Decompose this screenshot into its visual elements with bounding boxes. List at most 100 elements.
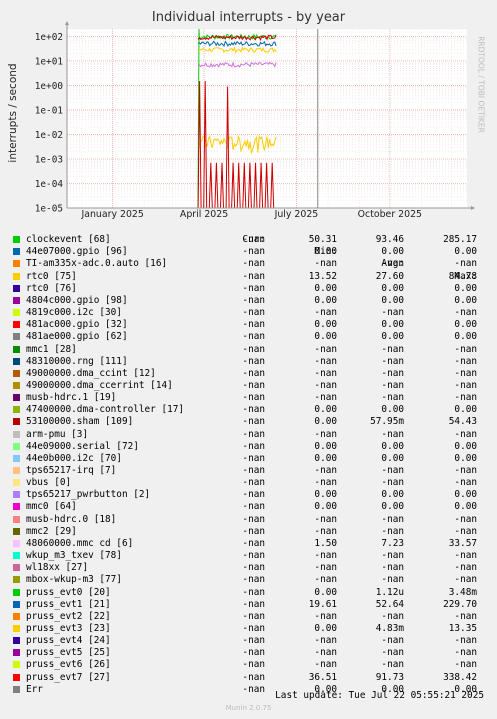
legend-min: 0.00	[314, 282, 337, 294]
legend-cur: -nan	[242, 659, 265, 671]
legend-row: pruss_evt5 [25] -nan -nan -nan -nan	[0, 647, 497, 659]
x-tick-label: January 2025	[80, 209, 143, 220]
legend-swatch	[13, 588, 20, 596]
legend-max: 0.00	[454, 404, 477, 416]
legend-min: -nan	[314, 562, 337, 574]
legend-min: -nan	[314, 428, 337, 440]
legend-row: 47400000.dma-controller [17] -nan 0.00 0.00…	[0, 404, 497, 416]
legend-cur: -nan	[242, 501, 265, 513]
legend-name: 481ac000.gpio [32]	[26, 319, 128, 331]
legend-name: tps65217-irq [7]	[26, 465, 117, 476]
y-axis-arrow	[65, 21, 69, 25]
legend-row: 53100000.sham [109] -nan 0.00 57.95m 54.43	[0, 416, 497, 428]
legend-max: -nan	[454, 610, 477, 622]
legend-name: vbus [0]	[26, 477, 72, 489]
legend-name: TI-am335x-adc.0.auto [16]	[26, 258, 168, 270]
legend-row: 48060000.mmc cd [6] -nan 1.50 7.23 33.57	[0, 538, 497, 550]
legend-cur: -nan	[242, 343, 265, 355]
legend-max: 0.00	[454, 282, 477, 294]
legend-avg: 0.00	[381, 294, 404, 306]
legend-max: 338.42	[443, 671, 477, 683]
legend-min: -nan	[314, 379, 337, 391]
legend-row: wl18xx [27] -nan -nan -nan -nan	[0, 562, 497, 574]
legend-name: wl18xx [27]	[26, 562, 89, 574]
legend-swatch	[13, 430, 20, 438]
legend-min: -nan	[314, 659, 337, 671]
legend-name: musb-hdrc.1 [19]	[26, 392, 117, 404]
legend-name: mmc0 [64]	[26, 501, 77, 513]
legend-name: 47400000.dma-controller [17]	[26, 404, 185, 416]
legend-min: 13.52	[308, 270, 337, 282]
legend-cur: -nan	[242, 610, 265, 622]
legend-max: -nan	[454, 647, 477, 659]
legend-max: 0.00	[454, 501, 477, 513]
legend-cur: -nan	[242, 586, 265, 598]
legend-name: mmc1 [28]	[26, 343, 77, 355]
legend-max: -nan	[454, 513, 477, 525]
legend-swatch	[13, 345, 20, 353]
legend-min: -nan	[314, 647, 337, 659]
legend-min: 0.00	[314, 246, 337, 258]
legend-cur: -nan	[242, 282, 265, 294]
munin-version: Munin 2.0.75	[225, 704, 272, 712]
legend-row: 4804c000.gpio [98] -nan 0.00 0.00 0.00	[0, 295, 497, 307]
legend-cur: -nan	[242, 489, 265, 501]
legend-avg: -nan	[381, 659, 404, 671]
legend-max: 0.00	[454, 246, 477, 258]
y-tick-label: 1e-02	[35, 130, 63, 141]
legend-max: -nan	[454, 258, 477, 270]
legend-avg: 52.64	[375, 598, 404, 610]
legend-min: -nan	[314, 343, 337, 355]
legend-swatch	[13, 527, 20, 535]
legend-avg: -nan	[381, 562, 404, 574]
legend-min: -nan	[314, 574, 337, 586]
legend-swatch	[13, 515, 20, 523]
legend-cur: -nan	[242, 622, 265, 634]
legend-min: 0.00	[314, 489, 337, 501]
y-tick-label: 1e+00	[35, 81, 64, 92]
legend-name: 44e0b000.i2c [70]	[26, 452, 122, 464]
legend-min: -nan	[314, 525, 337, 537]
legend-name: clockevent [68]	[26, 234, 111, 246]
legend-avg: -nan	[381, 525, 404, 537]
legend-name: arm-pmu [3]	[26, 428, 89, 440]
legend-name: 481ae000.gpio [62]	[26, 331, 128, 343]
legend-avg: -nan	[381, 477, 404, 489]
legend-swatch	[13, 369, 20, 377]
legend-min: -nan	[314, 635, 337, 647]
legend-cur: -nan	[242, 331, 265, 343]
legend-row: musb-hdrc.0 [18] -nan -nan -nan -nan	[0, 514, 497, 526]
legend-name: 48060000.mmc cd [6]	[26, 537, 134, 549]
legend-row: arm-pmu [3] -nan -nan -nan -nan	[0, 429, 497, 441]
legend-swatch	[13, 649, 20, 657]
legend-name: 4804c000.gpio [98]	[26, 294, 128, 306]
legend-swatch	[13, 503, 20, 511]
legend-row: musb-hdrc.1 [19] -nan -nan -nan -nan	[0, 392, 497, 404]
legend-row: rtc0 [76] -nan 0.00 0.00 0.00	[0, 283, 497, 295]
legend-swatch	[13, 296, 20, 304]
legend-swatch	[13, 236, 20, 244]
legend-max: -nan	[454, 428, 477, 440]
legend-name: 49000000.dma_ccint [12]	[26, 367, 156, 379]
legend-max: -nan	[454, 550, 477, 562]
x-tick-label: July 2025	[274, 209, 319, 220]
legend-swatch	[13, 248, 20, 256]
legend-swatch	[13, 381, 20, 389]
legend-max: -nan	[454, 562, 477, 574]
legend-cur: -nan	[242, 513, 265, 525]
legend-avg: 57.95m	[370, 416, 404, 428]
legend-min: -nan	[314, 258, 337, 270]
legend-row: 49000000.dma_ccint [12] -nan -nan -nan -nan	[0, 368, 497, 380]
legend-name: 53100000.sham [109]	[26, 416, 134, 428]
legend-name: wkup_m3_txev [78]	[26, 550, 122, 562]
legend-name: mmc2 [29]	[26, 525, 77, 537]
legend-min: -nan	[314, 550, 337, 562]
legend-min: -nan	[314, 477, 337, 489]
legend-avg: 0.00	[381, 440, 404, 452]
legend-max: -nan	[454, 379, 477, 391]
legend-avg: -nan	[381, 647, 404, 659]
legend-cur: -nan	[242, 635, 265, 647]
y-tick-label: 1e-05	[35, 204, 63, 215]
legend-row: rtc0 [75] -nan 13.52 27.60 84.78	[0, 271, 497, 283]
legend-avg: -nan	[381, 465, 404, 476]
